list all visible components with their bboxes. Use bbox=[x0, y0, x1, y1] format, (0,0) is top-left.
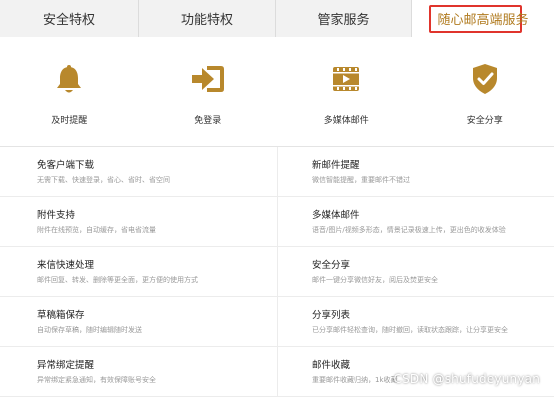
cell-description: 微信智能提醒，重要邮件不错过 bbox=[312, 176, 410, 184]
cell-title: 邮件收藏 bbox=[312, 360, 351, 371]
shield-check-icon bbox=[467, 61, 503, 97]
grid-cell: 草稿箱保存 自动保存草稿，随时编辑随时发送 bbox=[0, 297, 277, 346]
cell-title: 附件支持 bbox=[37, 210, 76, 221]
grid-cell: 多媒体邮件 语音/图片/视频多形态，情景记录极速上传，更出色的收发体验 bbox=[277, 197, 554, 246]
cell-title: 安全分享 bbox=[312, 260, 351, 271]
grid-cell: 附件支持 附件在线预览，自动缓存，省电省流量 bbox=[0, 197, 277, 246]
cell-description: 无需下载、快速登录，省心、省时、省空间 bbox=[37, 176, 170, 184]
feature-label: 及时提醒 bbox=[51, 116, 88, 126]
cell-description: 语音/图片/视频多形态，情景记录极速上传，更出色的收发体验 bbox=[312, 226, 506, 234]
cell-description: 邮件一键分享微信好友，阅后及焚更安全 bbox=[312, 276, 438, 284]
feature-label: 安全分享 bbox=[466, 116, 503, 126]
cell-description: 附件在线预览，自动缓存，省电省流量 bbox=[37, 226, 156, 234]
watermark: CSDN @shufudeyunyan bbox=[393, 372, 540, 386]
tab-butler-service[interactable]: 管家服务 bbox=[276, 0, 412, 37]
grid-cell: 分享列表 已分享邮件轻松查询，随时撤回，读取状态跟踪，让分享更安全 bbox=[277, 297, 554, 346]
tab-label: 随心邮高端服务 bbox=[437, 13, 529, 28]
bell-icon bbox=[51, 61, 87, 97]
grid-row: 免客户端下载 无需下载、快速登录，省心、省时、省空间 新邮件提醒 微信智能提醒，… bbox=[0, 147, 554, 197]
cell-description: 异常绑定紧急通知，有效保障账号安全 bbox=[37, 376, 156, 384]
grid-cell: 异常绑定提醒 异常绑定紧急通知，有效保障账号安全 bbox=[0, 347, 277, 396]
cell-title: 新邮件提醒 bbox=[312, 160, 360, 171]
tab-feature-privileges[interactable]: 功能特权 bbox=[139, 0, 276, 37]
media-icon bbox=[328, 61, 364, 97]
cell-title: 异常绑定提醒 bbox=[37, 360, 95, 371]
tab-label: 管家服务 bbox=[317, 13, 370, 28]
cell-title: 分享列表 bbox=[312, 310, 351, 321]
grid-cell: 安全分享 邮件一键分享微信好友，阅后及焚更安全 bbox=[277, 247, 554, 296]
grid-cell: 免客户端下载 无需下载、快速登录，省心、省时、省空间 bbox=[0, 147, 277, 196]
cell-title: 免客户端下载 bbox=[37, 160, 95, 171]
cell-description: 邮件回复、转发、删除等更全面，更方便的使用方式 bbox=[37, 276, 198, 284]
cell-description: 已分享邮件轻松查询，随时撤回，读取状态跟踪，让分享更安全 bbox=[312, 326, 508, 334]
cell-title: 来信快速处理 bbox=[37, 260, 95, 271]
tab-label: 功能特权 bbox=[180, 13, 233, 28]
feature-label: 免登录 bbox=[194, 116, 222, 126]
tab-bar: 安全特权 功能特权 管家服务 随心邮高端服务 bbox=[0, 0, 554, 37]
feature-label: 多媒体邮件 bbox=[323, 116, 369, 126]
grid-row: 附件支持 附件在线预览，自动缓存，省电省流量 多媒体邮件 语音/图片/视频多形态… bbox=[0, 197, 554, 247]
grid-row: 来信快速处理 邮件回复、转发、删除等更全面，更方便的使用方式 安全分享 邮件一键… bbox=[0, 247, 554, 297]
feature-icons-row: 及时提醒 免登录 多媒体邮件 安全分享 bbox=[0, 37, 554, 145]
tab-label: 安全特权 bbox=[42, 13, 95, 28]
feature-item: 及时提醒 bbox=[0, 37, 139, 145]
cell-description: 自动保存草稿，随时编辑随时发送 bbox=[37, 326, 142, 334]
grid-cell: 来信快速处理 邮件回复、转发、删除等更全面，更方便的使用方式 bbox=[0, 247, 277, 296]
feature-item: 多媒体邮件 bbox=[277, 37, 416, 145]
feature-detail-grid: 免客户端下载 无需下载、快速登录，省心、省时、省空间 新邮件提醒 微信智能提醒，… bbox=[0, 146, 554, 398]
cell-title: 草稿箱保存 bbox=[37, 310, 85, 321]
login-icon bbox=[190, 61, 226, 97]
feature-item: 安全分享 bbox=[416, 37, 554, 145]
tab-premium-service[interactable]: 随心邮高端服务 bbox=[412, 0, 554, 37]
cell-title: 多媒体邮件 bbox=[312, 210, 360, 221]
grid-row: 草稿箱保存 自动保存草稿，随时编辑随时发送 分享列表 已分享邮件轻松查询，随时撤… bbox=[0, 297, 554, 347]
feature-item: 免登录 bbox=[139, 37, 278, 145]
tab-security-privileges[interactable]: 安全特权 bbox=[0, 0, 139, 37]
grid-cell: 新邮件提醒 微信智能提醒，重要邮件不错过 bbox=[277, 147, 554, 196]
